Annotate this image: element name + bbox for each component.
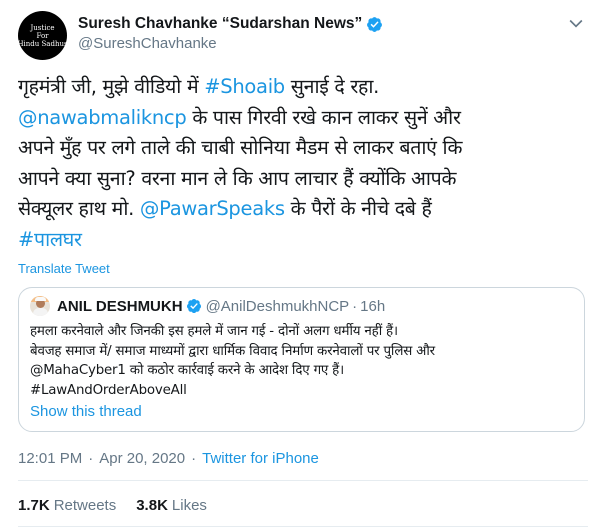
retweets-label: Retweets bbox=[53, 497, 117, 514]
author-display-name[interactable]: Suresh Chavhanke “Sudarshan News” bbox=[78, 15, 362, 33]
tweet-text-segment: गृहमंत्री जी, मुझे वीडियो में bbox=[18, 75, 205, 98]
tweet-text-line: आपने क्या सुना? वरना मान ले कि आप लाचार … bbox=[18, 164, 583, 195]
tweet-source-link[interactable]: Twitter for iPhone bbox=[202, 450, 319, 467]
tweet-text-segment: सुनाई दे रहा. bbox=[284, 75, 380, 98]
retweets-count: 1.7K bbox=[18, 497, 50, 514]
tweet-text-line: सेक्यूलर हाथ मो. @PawarSpeaks के पैरों क… bbox=[18, 194, 583, 225]
tweet-stats: 1.7K Retweets 3.8K Likes bbox=[18, 497, 227, 514]
mention-link[interactable]: @PawarSpeaks bbox=[140, 197, 285, 220]
quoted-text-line: @MahaCyber1 को कठोर कार्रवाई करने के आदे… bbox=[30, 363, 344, 378]
divider bbox=[18, 526, 588, 527]
quoted-tweet-time[interactable]: 16h bbox=[360, 298, 385, 315]
quoted-author-row: ANIL DESHMUKH @AnilDeshmukhNCP · 16h bbox=[57, 296, 385, 316]
quoted-text-line: #LawAndOrderAboveAll bbox=[30, 382, 187, 398]
tweet-text-segment: के पैरों के नीचे दबे हैं bbox=[284, 197, 432, 220]
retweets-stat[interactable]: 1.7K Retweets bbox=[18, 497, 116, 514]
author-avatar[interactable]: Justice For Hindu Sadhus bbox=[17, 11, 68, 60]
chevron-down-icon[interactable] bbox=[566, 13, 586, 33]
separator-dot: · bbox=[352, 297, 358, 315]
likes-label: Likes bbox=[171, 497, 207, 514]
author-name-row[interactable]: Suresh Chavhanke “Sudarshan News” bbox=[78, 14, 383, 34]
separator-dot: · bbox=[88, 450, 94, 467]
tweet-text-line: अपने मुँह पर लगे ताले की चाबी सोनिया मैड… bbox=[18, 133, 583, 164]
tweet-date[interactable]: Apr 20, 2020 bbox=[99, 450, 185, 467]
tweet-text-segment: अपने मुँह पर लगे ताले की चाबी सोनिया मैड… bbox=[18, 136, 463, 159]
verified-badge-icon bbox=[186, 299, 201, 314]
author-handle[interactable]: @SureshChavhanke bbox=[78, 35, 217, 52]
hashtag-link[interactable]: #पालघर bbox=[18, 228, 82, 251]
quoted-text-line: बेवजह समाज में/ समाज माध्यमों द्वारा धार… bbox=[30, 343, 435, 359]
tweet-text-segment: आपने क्या सुना? वरना मान ले कि आप लाचार … bbox=[18, 166, 457, 190]
quoted-tweet-text: हमला करनेवाले और जिनकी इस हमले में जान ग… bbox=[30, 322, 580, 400]
quoted-tweet[interactable]: ANIL DESHMUKH @AnilDeshmukhNCP · 16h हमल… bbox=[18, 287, 585, 432]
separator-dot: · bbox=[191, 450, 197, 467]
tweet-metadata: 12:01 PM · Apr 20, 2020 · Twitter for iP… bbox=[18, 450, 319, 467]
avatar-text-line: Hindu Sadhus bbox=[17, 39, 68, 48]
avatar-text-line: Justice bbox=[30, 23, 55, 32]
avatar-text-line: For bbox=[36, 31, 49, 40]
tweet-text-segment: सेक्यूलर हाथ मो. bbox=[18, 197, 140, 220]
verified-badge-icon bbox=[367, 16, 383, 32]
quoted-author-avatar[interactable] bbox=[30, 296, 50, 316]
tweet-text-segment: के पास गिरवी रखे कान लाकर सुनें और bbox=[186, 105, 461, 129]
quoted-text-line: हमला करनेवाले और जिनकी इस हमले में जान ग… bbox=[30, 324, 398, 339]
tweet-text: गृहमंत्री जी, मुझे वीडियो में #Shoaib सु… bbox=[18, 72, 583, 255]
tweet-text-line: @nawabmalikncp के पास गिरवी रखे कान लाकर… bbox=[18, 103, 583, 134]
likes-stat[interactable]: 3.8K Likes bbox=[136, 497, 207, 514]
tweet-header: Justice For Hindu Sadhus Suresh Chavhank… bbox=[17, 11, 588, 60]
translate-tweet-link[interactable]: Translate Tweet bbox=[18, 261, 110, 276]
divider bbox=[18, 480, 588, 481]
tweet-time[interactable]: 12:01 PM bbox=[18, 450, 82, 467]
mention-link[interactable]: @nawabmalikncp bbox=[18, 106, 187, 129]
quoted-author-handle: @AnilDeshmukhNCP bbox=[205, 297, 350, 315]
likes-count: 3.8K bbox=[136, 497, 168, 514]
show-thread-link[interactable]: Show this thread bbox=[30, 403, 142, 420]
quoted-author-name[interactable]: ANIL DESHMUKH bbox=[57, 298, 183, 315]
hashtag-link[interactable]: #Shoaib bbox=[204, 75, 285, 98]
tweet-text-line: #पालघर bbox=[18, 225, 583, 256]
tweet-text-line: गृहमंत्री जी, मुझे वीडियो में #Shoaib सु… bbox=[18, 72, 583, 103]
